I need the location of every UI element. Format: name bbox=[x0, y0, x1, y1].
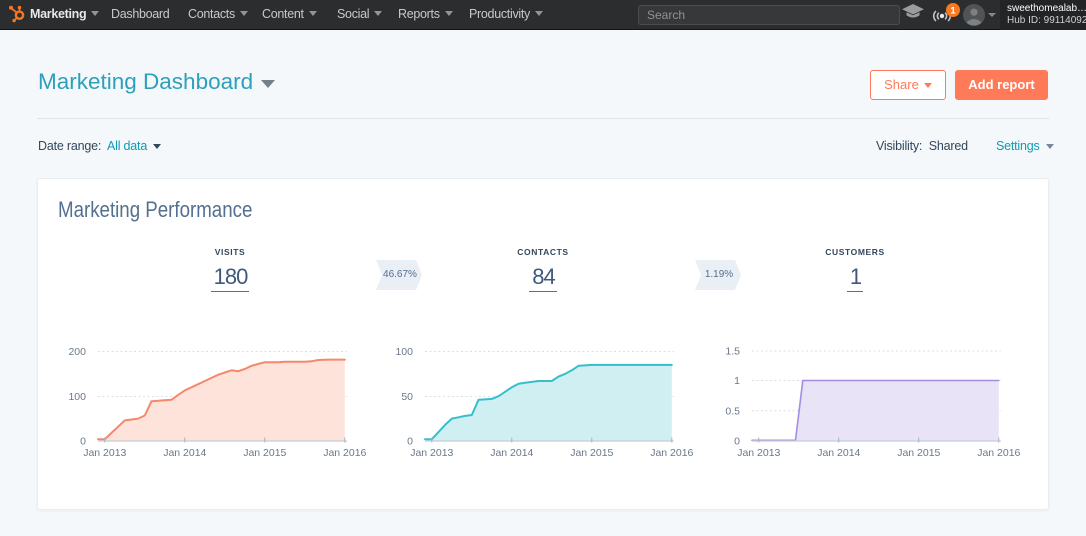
svg-text:1: 1 bbox=[734, 375, 740, 387]
svg-text:Jan 2014: Jan 2014 bbox=[817, 447, 860, 459]
svg-text:0.5: 0.5 bbox=[725, 405, 740, 417]
svg-text:Jan 2016: Jan 2016 bbox=[977, 447, 1020, 459]
svg-text:Jan 2013: Jan 2013 bbox=[737, 447, 780, 459]
svg-text:Jan 2015: Jan 2015 bbox=[897, 447, 940, 459]
svg-text:0: 0 bbox=[734, 436, 740, 448]
svg-text:1.5: 1.5 bbox=[725, 346, 740, 358]
